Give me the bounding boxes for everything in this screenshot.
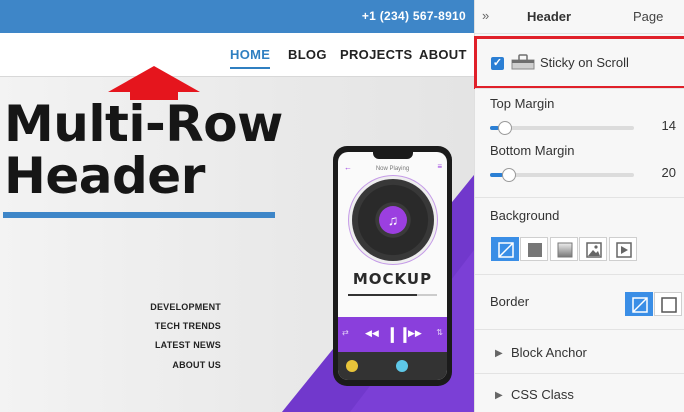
next-icon: ▶▶ [408, 328, 422, 338]
color-icon [528, 243, 542, 257]
track-list [338, 352, 447, 380]
background-gradient-button[interactable] [550, 237, 578, 261]
phone-notch [373, 152, 413, 159]
mockup-word: MOCKUP [352, 270, 433, 288]
divider [475, 329, 684, 330]
side-link-tech-trends[interactable]: TECH TRENDS [155, 321, 221, 331]
sticky-header-icon [511, 54, 535, 70]
background-video-button[interactable] [609, 237, 637, 261]
website-preview: +1 (234) 567-8910 HOME BLOG PROJECTS ABO… [0, 0, 474, 412]
none-icon [498, 242, 514, 258]
caret-right-icon[interactable]: ▶ [495, 348, 503, 359]
bottom-margin-value[interactable]: 20 [662, 165, 676, 180]
sticky-on-scroll-row[interactable]: ✓ Sticky on Scroll [474, 36, 684, 89]
hero-title-line2: Header [4, 147, 205, 205]
border-none-button[interactable] [625, 292, 653, 316]
side-link-latest-news[interactable]: LATEST NEWS [155, 340, 221, 350]
top-margin-value[interactable]: 14 [662, 118, 676, 133]
caret-right-icon[interactable]: ▶ [495, 390, 503, 401]
bottom-margin-label: Bottom Margin [490, 143, 575, 158]
tab-page[interactable]: Page [633, 9, 663, 24]
phone-screen: ← ≡ Now Playing ♫ MOCKUP ⇄ ◀◀ ❙❙ ▶▶ ⇅ [338, 152, 447, 380]
header-settings-panel: » Header Page ✓ Sticky on Scroll Top Mar… [474, 0, 684, 412]
video-icon [616, 242, 632, 258]
css-class-section[interactable]: CSS Class [511, 387, 574, 402]
background-label: Background [490, 208, 560, 223]
previous-icon: ◀◀ [365, 328, 379, 338]
box-icon [661, 297, 677, 313]
hero-title-line1: Multi-Row [4, 95, 283, 153]
collapse-panel-icon[interactable]: » [482, 8, 489, 23]
vinyl-disc: ♫ [352, 179, 434, 261]
background-image-button[interactable] [579, 237, 607, 261]
top-margin-label: Top Margin [490, 96, 555, 111]
track-thumb [346, 360, 358, 372]
divider [475, 197, 684, 198]
top-margin-slider[interactable] [490, 121, 634, 135]
track-progress-fill [348, 294, 417, 296]
divider [475, 274, 684, 275]
sticky-checkbox[interactable]: ✓ [491, 57, 504, 70]
divider [475, 373, 684, 374]
shuffle-icon: ⇄ [342, 328, 349, 337]
border-box-button[interactable] [654, 292, 682, 316]
block-anchor-section[interactable]: Block Anchor [511, 345, 587, 360]
bottom-margin-handle[interactable] [502, 168, 516, 182]
panel-tabs: » Header Page [475, 0, 684, 34]
repeat-icon: ⇅ [436, 328, 443, 337]
side-link-about-us[interactable]: ABOUT US [172, 360, 221, 370]
now-playing-label: Now Playing [375, 166, 410, 172]
background-color-button[interactable] [520, 237, 548, 261]
track-thumb [396, 360, 408, 372]
track-progress [348, 294, 437, 296]
side-link-development[interactable]: DEVELOPMENT [150, 302, 221, 312]
hero-title: Multi-Row Header [4, 98, 283, 202]
background-none-button[interactable] [491, 237, 519, 261]
red-arrow-icon [108, 66, 200, 100]
image-icon [586, 242, 602, 258]
phone-mockup-image: ← ≡ Now Playing ♫ MOCKUP ⇄ ◀◀ ❙❙ ▶▶ ⇅ [333, 146, 452, 386]
sticky-on-scroll-label: Sticky on Scroll [540, 55, 629, 70]
divider [475, 88, 684, 89]
player-controls: ⇄ ◀◀ ❙❙ ▶▶ ⇅ [338, 317, 447, 352]
gradient-icon [557, 242, 573, 258]
music-note-icon: ♫ [379, 206, 407, 234]
border-label: Border [490, 294, 530, 309]
bottom-margin-slider[interactable] [490, 168, 634, 182]
hero-underline [3, 212, 275, 218]
top-margin-handle[interactable] [498, 121, 512, 135]
none-icon [632, 297, 648, 313]
tab-header[interactable]: Header [527, 9, 571, 24]
